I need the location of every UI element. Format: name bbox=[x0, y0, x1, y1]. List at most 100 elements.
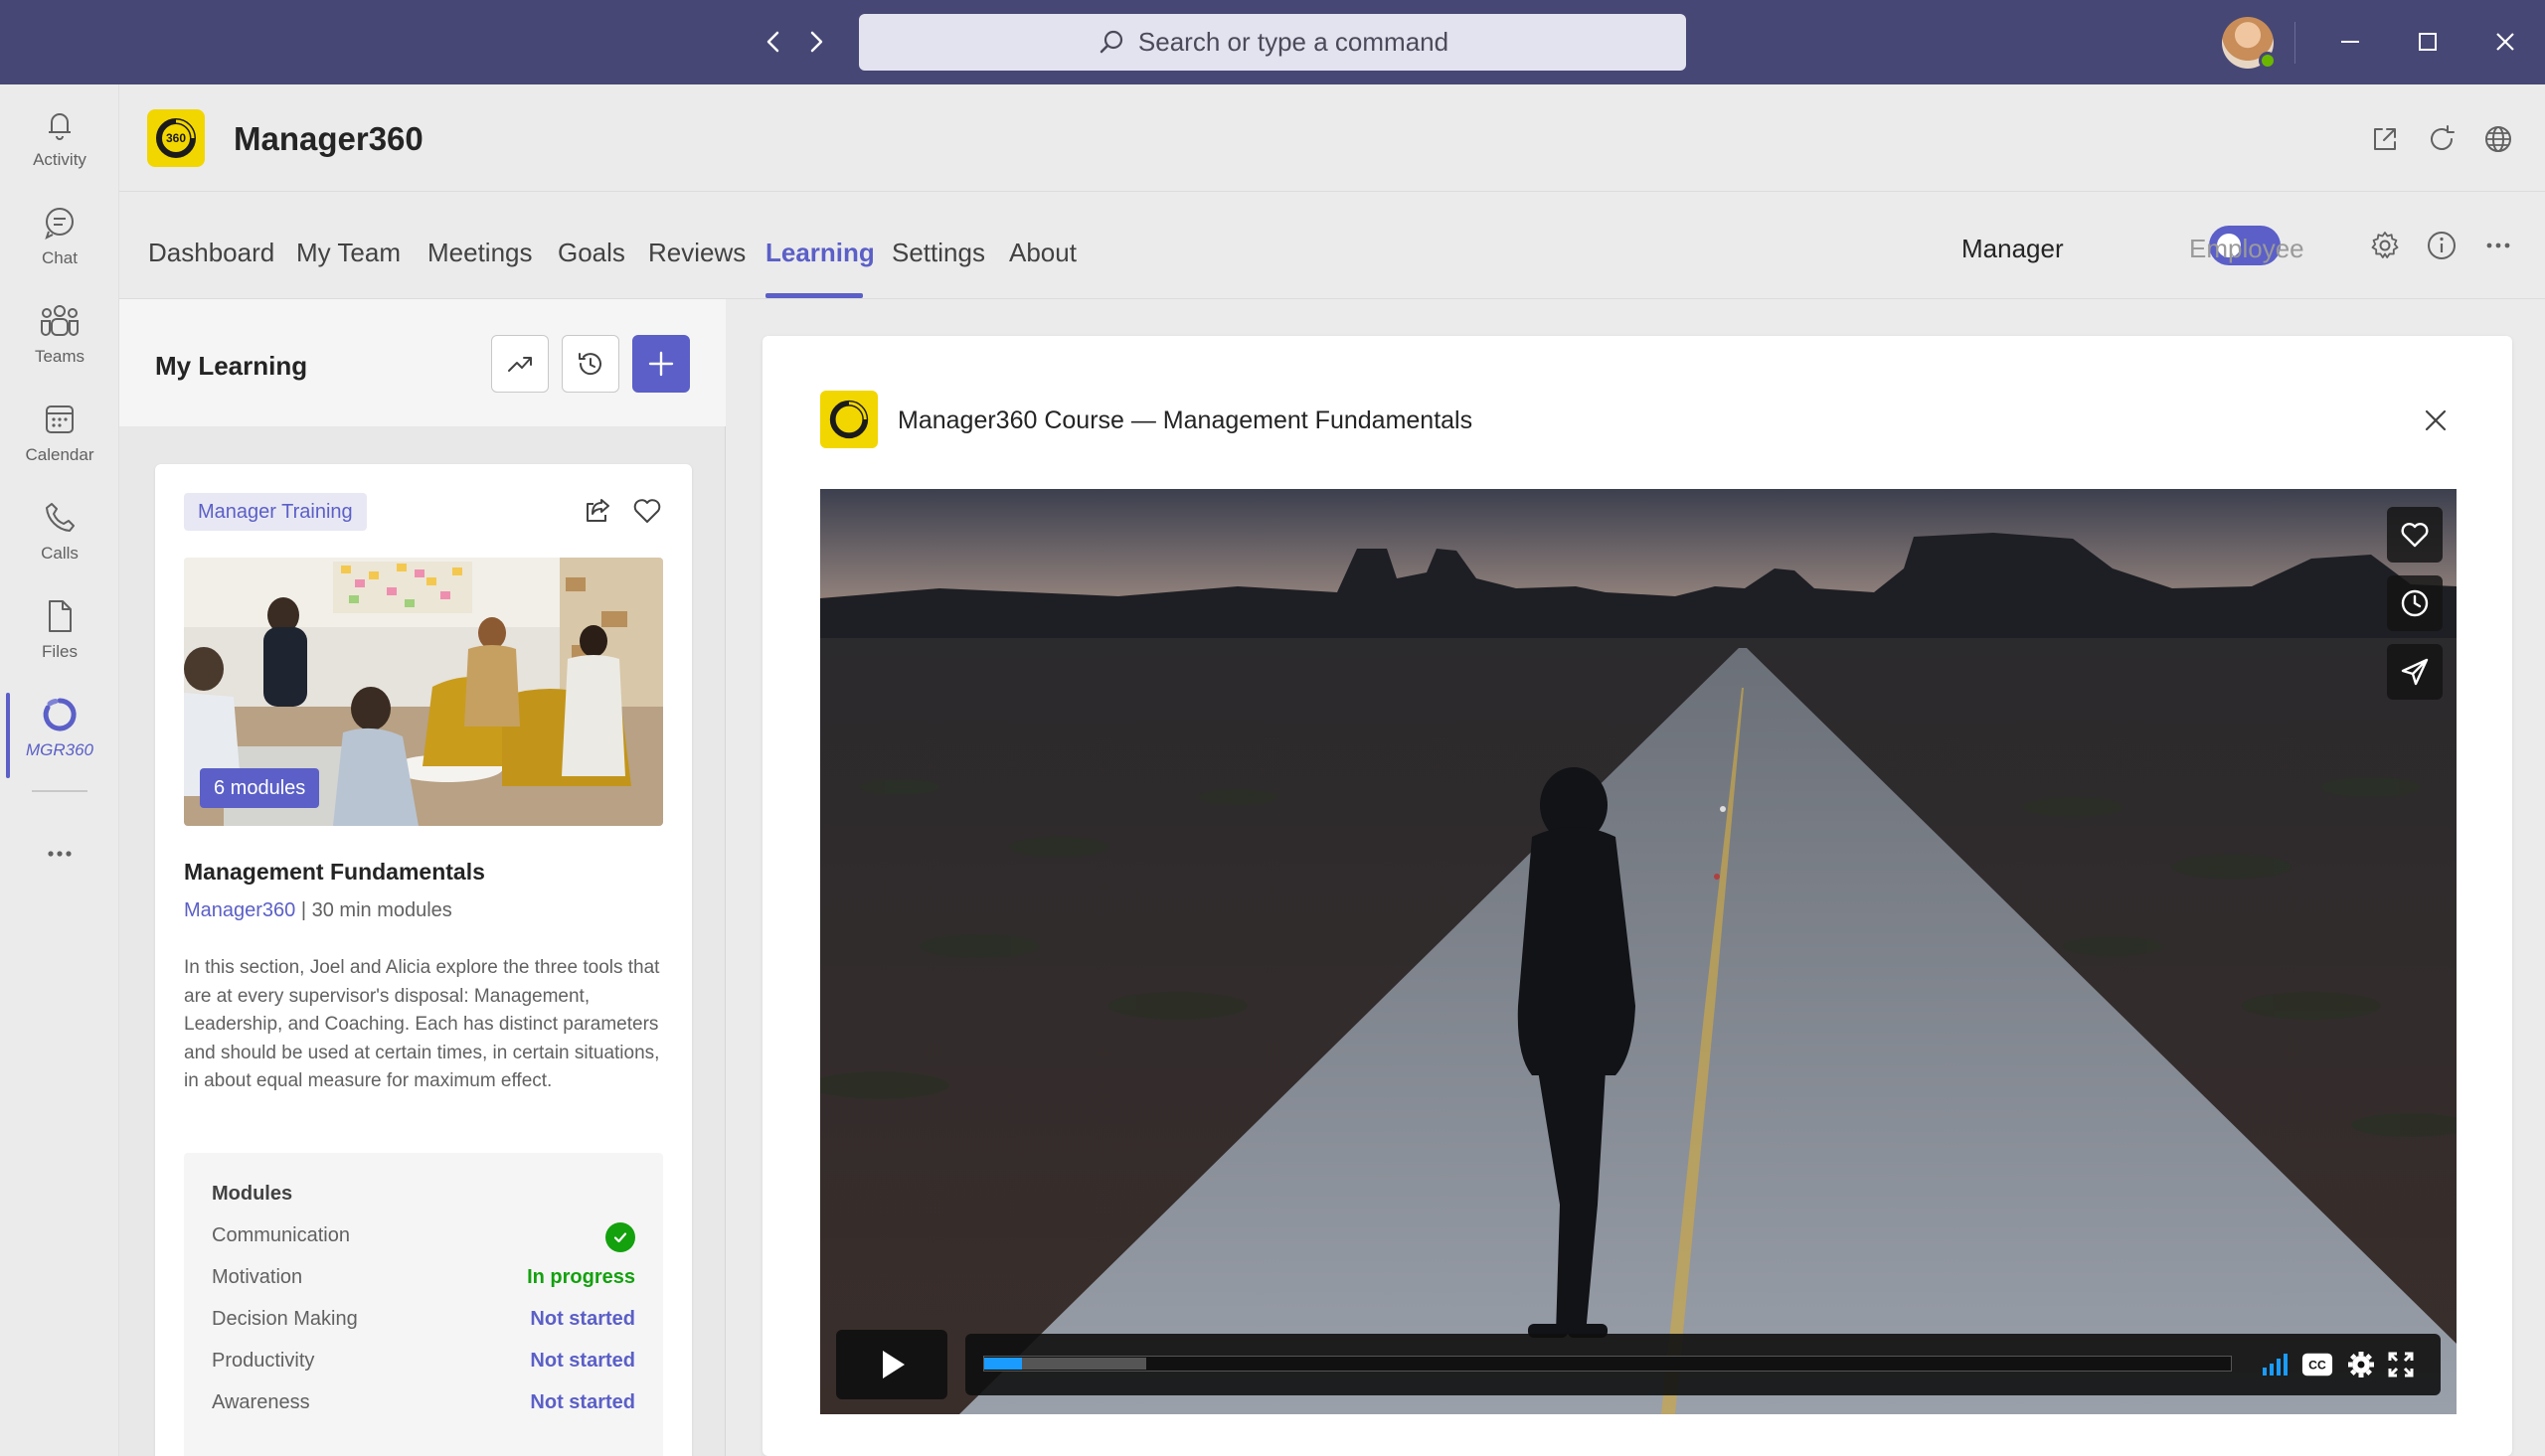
rail-item-calls[interactable]: Calls bbox=[0, 492, 119, 587]
course-description: In this section, Joel and Alicia explore… bbox=[184, 957, 660, 1091]
modules-list: Modules Communication Motivation In prog… bbox=[184, 1153, 663, 1456]
close-window-icon[interactable] bbox=[2485, 22, 2525, 62]
tab-settings[interactable]: Settings bbox=[892, 238, 985, 268]
video-frame bbox=[820, 489, 2457, 1414]
progress-trend-button[interactable] bbox=[491, 335, 549, 393]
active-tab-indicator bbox=[765, 293, 863, 298]
settings-gear-icon[interactable] bbox=[2367, 228, 2403, 263]
module-row[interactable]: Awareness Not started bbox=[212, 1391, 635, 1421]
rail-label-chat: Chat bbox=[42, 248, 78, 267]
video-controls: CC bbox=[836, 1330, 2441, 1399]
more-apps-button[interactable] bbox=[0, 828, 119, 878]
titlebar-divider bbox=[2294, 22, 2295, 64]
share-icon[interactable] bbox=[581, 494, 614, 528]
module-name: Decision Making bbox=[212, 1308, 358, 1330]
video-favorite-button[interactable] bbox=[2387, 507, 2443, 563]
module-row[interactable]: Productivity Not started bbox=[212, 1350, 635, 1379]
video-share-button[interactable] bbox=[2387, 644, 2443, 700]
module-row[interactable]: Communication bbox=[212, 1222, 635, 1254]
module-name: Communication bbox=[212, 1224, 350, 1246]
globe-icon[interactable] bbox=[2481, 122, 2515, 156]
course-source-link[interactable]: Manager360 bbox=[184, 899, 295, 921]
tab-learning[interactable]: Learning bbox=[765, 238, 875, 268]
rail-label-calls: Calls bbox=[41, 544, 79, 563]
volume-icon[interactable] bbox=[2260, 1350, 2291, 1379]
module-status: Not started bbox=[530, 1391, 635, 1413]
module-status: Not started bbox=[530, 1350, 635, 1372]
send-icon bbox=[2401, 658, 2429, 686]
more-options-icon[interactable] bbox=[2480, 228, 2516, 263]
rail-label-activity: Activity bbox=[33, 150, 86, 169]
rail-label-teams: Teams bbox=[34, 347, 85, 366]
mgr360-icon bbox=[43, 698, 77, 731]
module-name: Productivity bbox=[212, 1350, 315, 1372]
fullscreen-icon[interactable] bbox=[2385, 1350, 2417, 1379]
module-status: Not started bbox=[530, 1308, 635, 1330]
manager360-logo-icon bbox=[829, 400, 869, 439]
course-card[interactable]: Manager Training 6 modules Management Fu… bbox=[155, 464, 692, 1456]
rail-divider bbox=[32, 790, 87, 792]
module-status: In progress bbox=[527, 1266, 635, 1288]
progress-bar[interactable] bbox=[983, 1356, 2232, 1372]
rail-item-teams[interactable]: Teams bbox=[0, 295, 119, 391]
search-input[interactable]: Search or type a command bbox=[859, 14, 1686, 71]
module-row[interactable]: Motivation In progress bbox=[212, 1266, 635, 1296]
phone-icon bbox=[46, 503, 75, 532]
rail-label-mgr360: MGR360 bbox=[25, 740, 94, 759]
closed-captions-icon[interactable]: CC bbox=[2301, 1350, 2333, 1379]
app-header: 360 Manager360 bbox=[119, 84, 2545, 192]
course-thumbnail[interactable]: 6 modules bbox=[184, 558, 663, 826]
module-name: Motivation bbox=[212, 1266, 303, 1288]
modules-count-badge: 6 modules bbox=[200, 768, 320, 808]
add-course-button[interactable] bbox=[632, 335, 690, 393]
info-icon[interactable] bbox=[2424, 228, 2460, 263]
heart-icon bbox=[2401, 523, 2429, 548]
app-rail: Activity Chat Teams Calendar Calls Files… bbox=[0, 84, 119, 1456]
close-icon[interactable] bbox=[2419, 404, 2453, 437]
popout-icon[interactable] bbox=[2368, 122, 2402, 156]
module-row[interactable]: Decision Making Not started bbox=[212, 1308, 635, 1338]
tab-meetings[interactable]: Meetings bbox=[427, 238, 533, 268]
refresh-icon[interactable] bbox=[2425, 122, 2459, 156]
svg-text:CC: CC bbox=[2308, 1359, 2326, 1373]
my-learning-title: My Learning bbox=[155, 351, 308, 381]
bell-icon bbox=[49, 113, 71, 140]
minimize-icon[interactable] bbox=[2330, 22, 2370, 62]
my-learning-panel: My Learning Manager Training 6 modules M… bbox=[119, 299, 726, 1456]
play-icon bbox=[883, 1351, 905, 1378]
rail-label-files: Files bbox=[42, 642, 78, 661]
rail-item-files[interactable]: Files bbox=[0, 590, 119, 686]
rail-item-mgr360[interactable]: MGR360 bbox=[0, 689, 119, 784]
history-button[interactable] bbox=[562, 335, 619, 393]
video-watch-later-button[interactable] bbox=[2387, 575, 2443, 631]
trending-up-icon bbox=[508, 357, 532, 372]
play-button[interactable] bbox=[836, 1330, 947, 1399]
presence-available-icon bbox=[2259, 52, 2277, 70]
tab-dashboard[interactable]: Dashboard bbox=[148, 238, 274, 268]
app-logo: 360 bbox=[147, 109, 205, 167]
video-settings-icon[interactable] bbox=[2345, 1350, 2377, 1379]
forward-arrow-icon[interactable] bbox=[798, 24, 834, 60]
meta-separator: | bbox=[295, 899, 312, 921]
back-arrow-icon[interactable] bbox=[756, 24, 791, 60]
tab-goals[interactable]: Goals bbox=[558, 238, 625, 268]
player-logo bbox=[820, 391, 878, 448]
rail-item-chat[interactable]: Chat bbox=[0, 197, 119, 292]
favorite-heart-icon[interactable] bbox=[630, 494, 664, 528]
rail-item-activity[interactable]: Activity bbox=[0, 98, 119, 194]
rail-item-calendar[interactable]: Calendar bbox=[0, 394, 119, 489]
role-employee-label: Employee bbox=[2189, 234, 2304, 263]
role-manager-label: Manager bbox=[1961, 234, 2064, 263]
tab-my-team[interactable]: My Team bbox=[296, 238, 401, 268]
tab-about[interactable]: About bbox=[1009, 238, 1077, 268]
search-placeholder: Search or type a command bbox=[1137, 27, 1449, 57]
avatar[interactable] bbox=[2222, 17, 2277, 70]
course-meta: Manager360 | 30 min modules bbox=[184, 899, 452, 922]
maximize-icon[interactable] bbox=[2408, 22, 2448, 62]
title-bar: Search or type a command bbox=[0, 0, 2545, 84]
course-duration: 30 min modules bbox=[311, 899, 452, 921]
nav-bar: Dashboard My Team Meetings Goals Reviews… bbox=[119, 192, 2545, 299]
ellipsis-icon bbox=[48, 851, 72, 857]
video-player[interactable]: CC bbox=[820, 489, 2457, 1414]
tab-reviews[interactable]: Reviews bbox=[648, 238, 746, 268]
